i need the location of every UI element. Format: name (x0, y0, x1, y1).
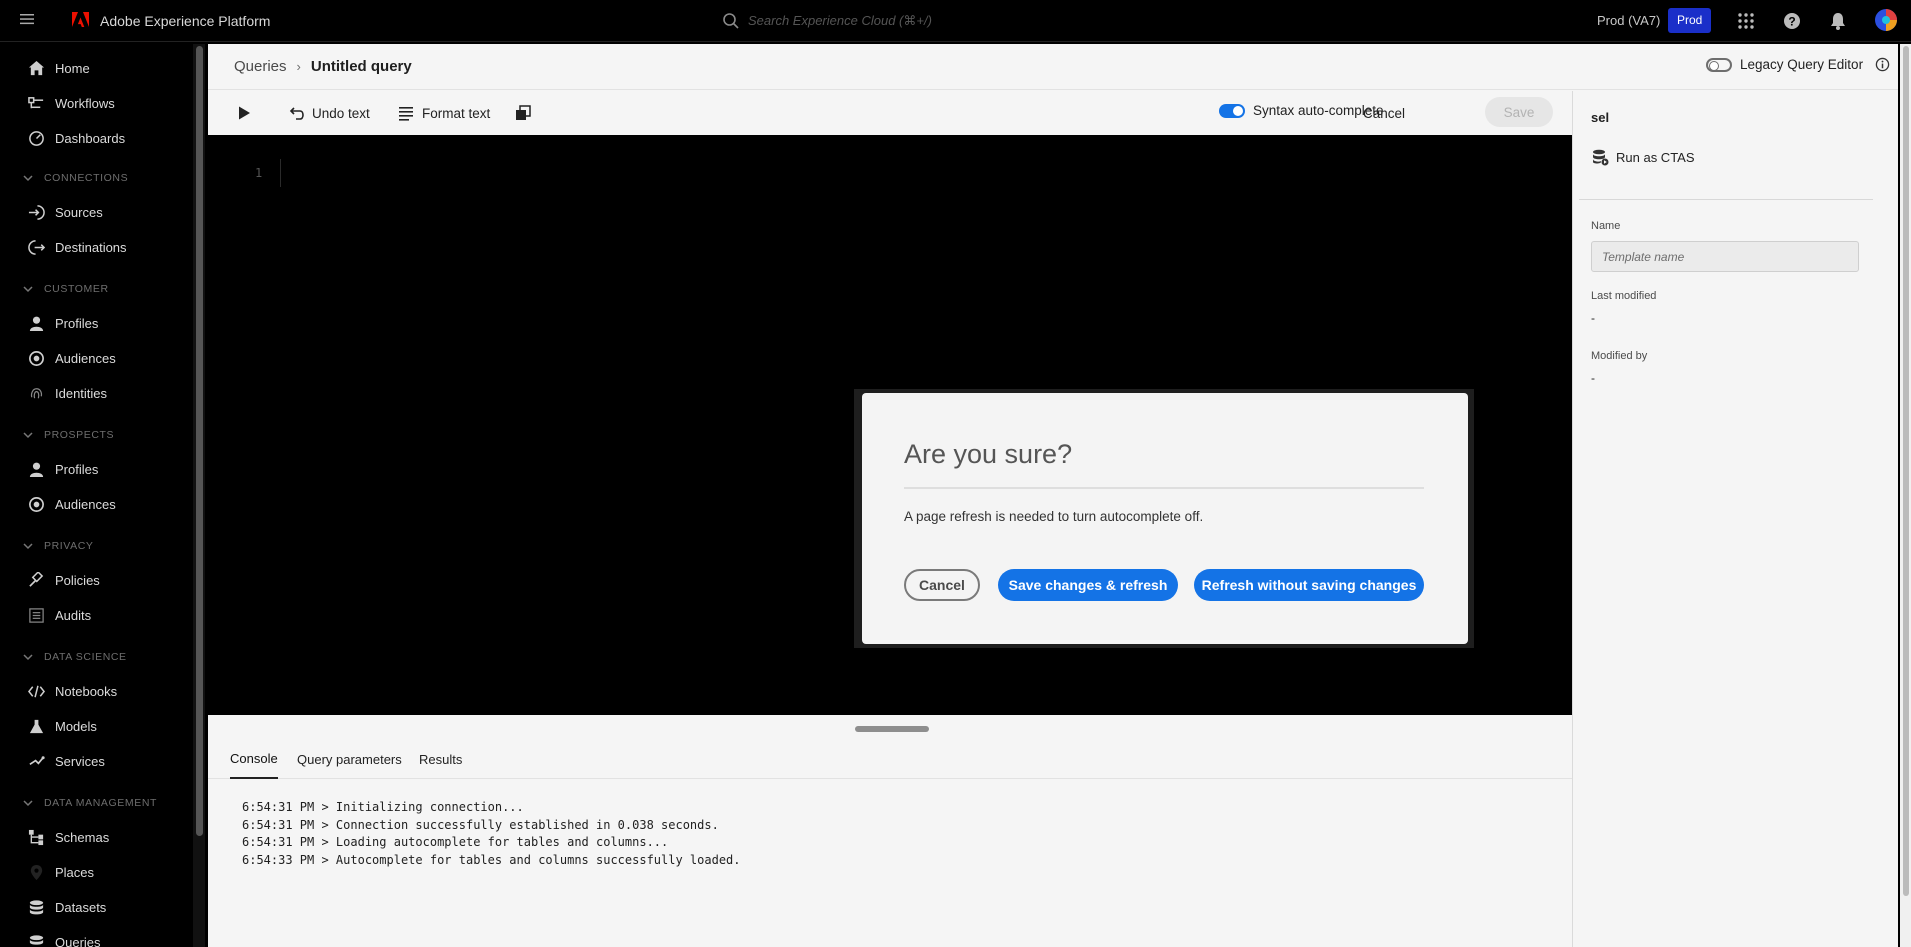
global-search[interactable]: Search Experience Cloud (⌘+/) (722, 8, 1162, 34)
chevron-down-icon (23, 654, 33, 661)
nav-customer-audiences[interactable]: Audiences (28, 344, 116, 372)
audiences-icon (29, 350, 44, 366)
home-icon (28, 60, 45, 75)
nav-identities[interactable]: Identities (28, 379, 107, 407)
chevron-down-icon (23, 800, 33, 807)
chevron-down-icon (23, 432, 33, 439)
nav-section-data-science[interactable]: DATA SCIENCE (22, 647, 127, 667)
chevron-down-icon (23, 175, 33, 182)
menu-icon[interactable] (18, 10, 38, 30)
nav-sources[interactable]: Sources (28, 198, 103, 226)
search-input[interactable]: Search Experience Cloud (⌘+/) (748, 13, 932, 29)
nav-label: Home (55, 60, 90, 76)
scrollbar-thumb[interactable] (196, 46, 203, 836)
nav-section-prospects[interactable]: PROSPECTS (22, 425, 114, 445)
nav-destinations[interactable]: Destinations (28, 233, 127, 261)
fingerprint-icon (30, 387, 43, 398)
refresh-without-saving-button[interactable]: Refresh without saving changes (1194, 569, 1424, 601)
services-icon (29, 755, 45, 765)
apps-grid-icon[interactable] (1736, 11, 1756, 31)
flask-icon (29, 719, 44, 733)
nav-prospect-profiles[interactable]: Profiles (28, 455, 98, 483)
nav-prospect-audiences[interactable]: Audiences (28, 490, 116, 518)
dialog-title: Are you sure? (904, 439, 1073, 469)
schema-icon (28, 829, 44, 845)
nav-label: Workflows (55, 95, 115, 111)
org-switcher[interactable]: Prod (VA7) (1597, 13, 1660, 28)
sources-icon (28, 204, 45, 220)
dialog-message: A page refresh is needed to turn autocom… (904, 509, 1204, 524)
top-bar: Adobe Experience Platform Search Experie… (0, 0, 1911, 42)
destinations-icon (28, 239, 45, 255)
user-avatar[interactable] (1874, 8, 1898, 32)
nav-section-connections[interactable]: CONNECTIONS (22, 168, 128, 188)
chevron-down-icon (23, 543, 33, 550)
gavel-icon (29, 571, 44, 587)
nav-workflows[interactable]: Workflows (28, 89, 115, 117)
scrollbar-thumb[interactable] (1903, 46, 1909, 896)
nav-services[interactable]: Services (28, 747, 105, 775)
main-scrollbar[interactable] (1900, 44, 1911, 947)
dialog-divider (904, 487, 1424, 489)
nav-section-customer[interactable]: CUSTOMER (22, 279, 109, 299)
search-icon (723, 13, 739, 29)
nav-audits[interactable]: Audits (28, 601, 91, 629)
database-icon (29, 899, 44, 914)
dialog-cancel-button[interactable]: Cancel (904, 569, 980, 601)
audiences-icon (29, 496, 44, 512)
chevron-down-icon (23, 286, 33, 293)
nav-home[interactable]: Home (28, 54, 90, 82)
queries-icon (29, 934, 44, 945)
adobe-logo-icon[interactable] (72, 12, 89, 28)
nav-notebooks[interactable]: Notebooks (28, 677, 117, 705)
notifications-bell-icon[interactable] (1828, 11, 1848, 31)
save-changes-and-refresh-button[interactable]: Save changes & refresh (998, 569, 1178, 601)
profile-icon (29, 462, 44, 477)
help-icon[interactable]: ? (1782, 11, 1802, 31)
nav-schemas[interactable]: Schemas (28, 823, 109, 851)
nav-policies[interactable]: Policies (28, 566, 100, 594)
audits-list-icon (29, 607, 44, 623)
sidebar-scrollbar[interactable] (193, 44, 205, 947)
workflows-icon (28, 96, 44, 108)
svg-text:?: ? (1788, 15, 1795, 29)
nav-datasets[interactable]: Datasets (28, 893, 106, 921)
nav-places[interactable]: Places (28, 858, 94, 886)
nav-queries[interactable]: Queries (28, 928, 101, 947)
profile-icon (29, 316, 44, 331)
nav-section-privacy[interactable]: PRIVACY (22, 536, 94, 556)
code-icon (28, 685, 45, 697)
nav-section-data-management[interactable]: DATA MANAGEMENT (22, 793, 157, 813)
location-pin-icon (30, 864, 43, 880)
confirm-dialog: Are you sure? A page refresh is needed t… (862, 393, 1468, 644)
sandbox-badge[interactable]: Prod (1668, 8, 1712, 33)
nav-customer-profiles[interactable]: Profiles (28, 309, 98, 337)
nav-label: Dashboards (55, 130, 126, 146)
modal-overlay: Are you sure? A page refresh is needed t… (208, 44, 1898, 947)
nav-models[interactable]: Models (28, 712, 97, 740)
nav-dashboards[interactable]: Dashboards (28, 124, 125, 152)
dashboards-icon (29, 130, 44, 146)
left-nav: Home Workflows Dashboards CONNECTIONS So… (0, 42, 193, 947)
app-title[interactable]: Adobe Experience Platform (100, 13, 270, 29)
